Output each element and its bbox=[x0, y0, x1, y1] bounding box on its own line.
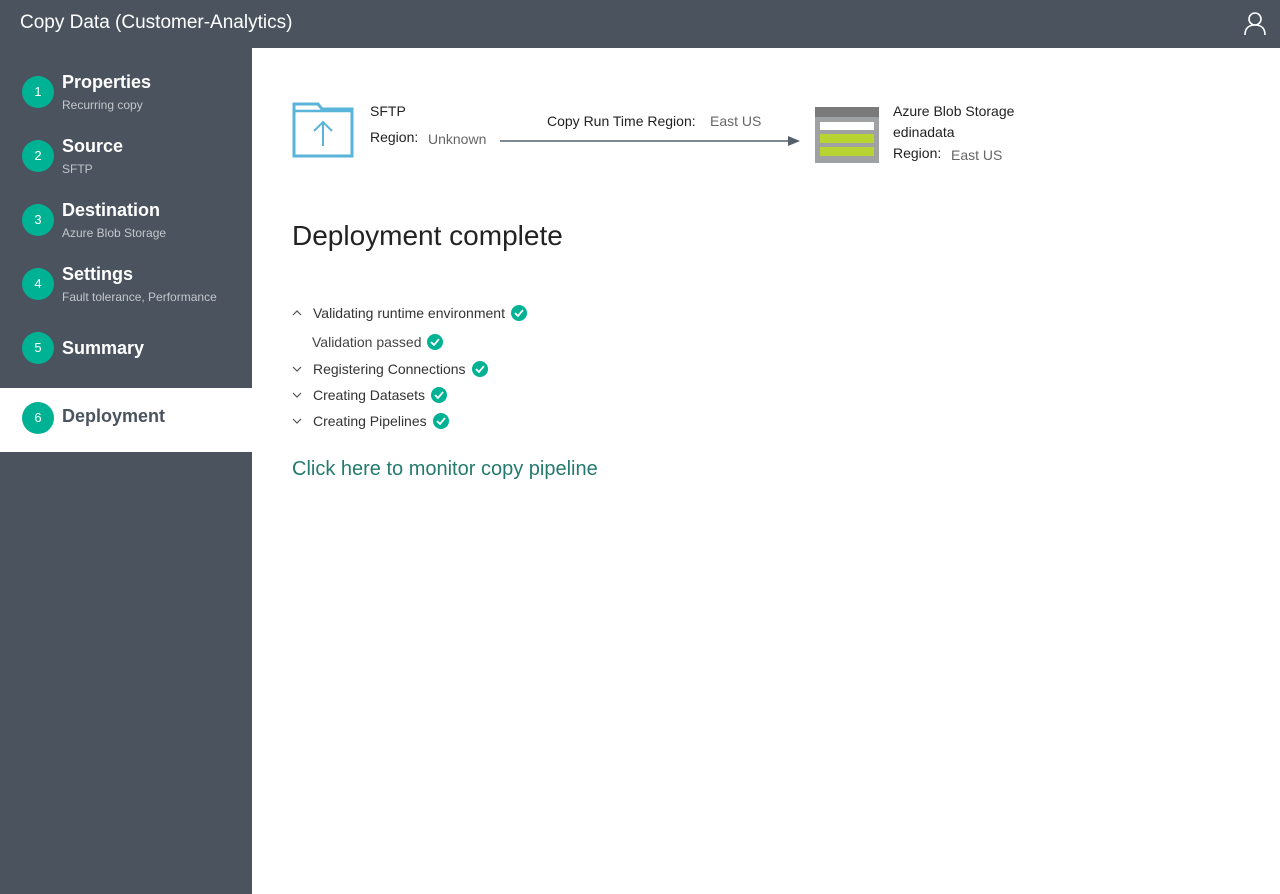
step-number-badge: 5 bbox=[22, 332, 54, 364]
source-region-value: Unknown bbox=[428, 131, 487, 147]
folder-upload-icon bbox=[292, 102, 354, 158]
flow-arrow-icon bbox=[500, 136, 800, 146]
check-icon bbox=[427, 334, 444, 351]
chevron-down-icon[interactable] bbox=[292, 391, 302, 399]
monitor-pipeline-link[interactable]: Click here to monitor copy pipeline bbox=[292, 458, 598, 481]
step-sublabel: SFTP bbox=[62, 162, 93, 176]
subtask-validation-passed: Validation passed bbox=[312, 334, 444, 351]
user-icon[interactable] bbox=[1244, 12, 1266, 36]
step-properties[interactable]: 1 Properties Recurring copy bbox=[0, 62, 252, 126]
task-label: Creating Pipelines bbox=[313, 413, 427, 429]
step-destination[interactable]: 3 Destination Azure Blob Storage bbox=[0, 190, 252, 254]
subtask-label: Validation passed bbox=[312, 334, 422, 350]
step-source[interactable]: 2 Source SFTP bbox=[0, 126, 252, 190]
wizard-sidebar: 1 Properties Recurring copy 2 Source SFT… bbox=[0, 48, 252, 894]
step-settings[interactable]: 4 Settings Fault tolerance, Performance bbox=[0, 254, 252, 318]
blob-storage-icon bbox=[815, 107, 879, 163]
step-label: Settings bbox=[62, 264, 134, 284]
step-number-badge: 2 bbox=[22, 140, 54, 172]
step-sublabel: Azure Blob Storage bbox=[62, 226, 167, 240]
check-icon bbox=[510, 305, 527, 322]
step-label: Summary bbox=[62, 338, 145, 358]
destination-name: Azure Blob Storage bbox=[893, 103, 1015, 119]
step-number-badge: 3 bbox=[22, 204, 54, 236]
page-title: Deployment complete bbox=[292, 220, 563, 251]
main-panel: SFTP Region: Unknown Copy Run Time Regio… bbox=[252, 48, 1280, 894]
title-bar: Copy Data (Customer-Analytics) bbox=[0, 0, 1280, 48]
source-name: SFTP bbox=[370, 103, 406, 119]
step-number-badge: 6 bbox=[22, 402, 54, 434]
destination-region-value: East US bbox=[951, 147, 1003, 163]
task-label: Registering Connections bbox=[313, 361, 466, 377]
runtime-region-label: Copy Run Time Region: bbox=[547, 113, 696, 129]
step-sublabel: Fault tolerance, Performance bbox=[62, 290, 217, 304]
step-deployment[interactable]: 6 Deployment bbox=[0, 388, 252, 452]
task-label: Creating Datasets bbox=[313, 387, 426, 403]
source-region-label: Region: bbox=[370, 129, 419, 145]
chevron-down-icon[interactable] bbox=[292, 365, 302, 373]
destination-account: edinadata bbox=[893, 124, 955, 140]
step-sublabel: Recurring copy bbox=[62, 98, 143, 112]
check-icon bbox=[432, 413, 449, 430]
step-number-badge: 4 bbox=[22, 268, 54, 300]
check-icon bbox=[471, 361, 488, 378]
chevron-up-icon[interactable] bbox=[292, 309, 302, 317]
runtime-region-value: East US bbox=[710, 113, 762, 129]
check-icon bbox=[431, 387, 448, 404]
window-title: Copy Data (Customer-Analytics) bbox=[20, 12, 293, 33]
chevron-down-icon[interactable] bbox=[292, 417, 302, 425]
step-number-badge: 1 bbox=[22, 76, 54, 108]
task-label: Validating runtime environment bbox=[313, 305, 505, 321]
step-label: Source bbox=[62, 136, 124, 156]
step-label: Deployment bbox=[62, 406, 166, 426]
step-label: Properties bbox=[62, 72, 152, 92]
step-summary[interactable]: 5 Summary bbox=[0, 318, 252, 382]
step-label: Destination bbox=[62, 200, 161, 220]
destination-region-label: Region: bbox=[893, 145, 942, 161]
